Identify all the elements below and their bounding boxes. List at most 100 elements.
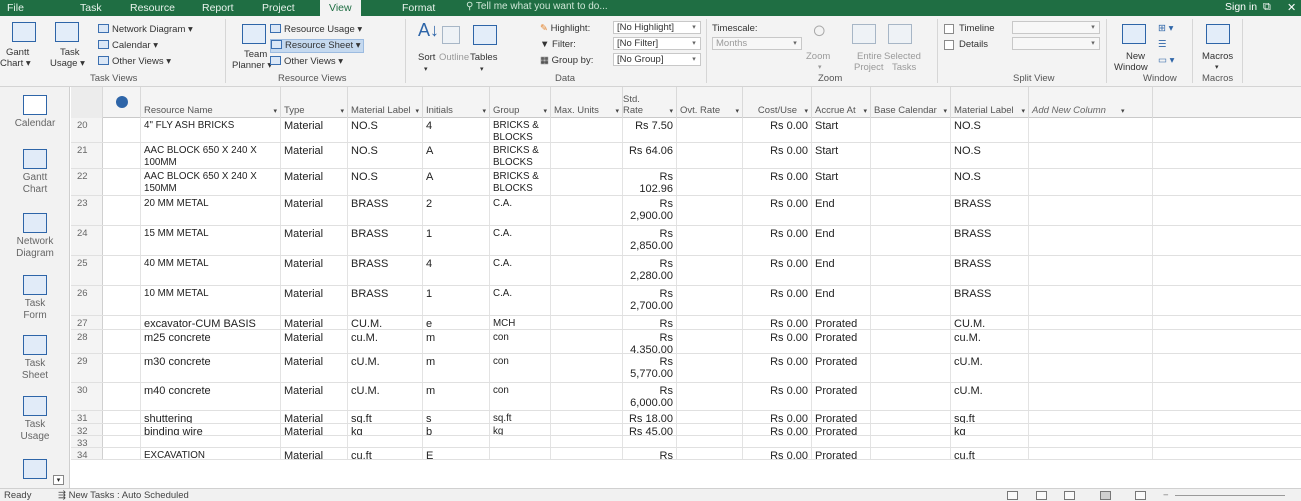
resource-sheet-view-icon[interactable] <box>1100 491 1111 500</box>
group-cell[interactable]: con <box>490 354 551 382</box>
initials-cell[interactable] <box>423 436 490 447</box>
std-rate-cell[interactable]: Rs 2,850.00 <box>623 226 677 255</box>
selected-tasks-button-line2[interactable]: Tasks <box>892 62 916 73</box>
new-column-cell[interactable] <box>1029 448 1153 459</box>
chevron-down-icon[interactable]: ▾ <box>735 107 739 115</box>
std-rate-cell[interactable]: Rs 7.50 <box>623 118 677 142</box>
indicator-cell[interactable] <box>103 196 141 225</box>
cost-per-use-cell[interactable]: Rs 0.00 <box>743 354 812 382</box>
viewbar-item-task-usage[interactable]: Task Usage <box>0 396 69 443</box>
ovt-rate-cell[interactable] <box>677 383 743 410</box>
row-number[interactable]: 29 <box>71 354 103 382</box>
accrue-at-cell[interactable] <box>812 436 871 447</box>
group-cell[interactable]: BRICKS & BLOCKS <box>490 169 551 195</box>
group-cell[interactable]: con <box>490 330 551 353</box>
new-window-button-line2[interactable]: Window <box>1114 62 1148 73</box>
hide-window-icon[interactable]: ▭ ▾ <box>1158 55 1174 66</box>
table-row[interactable]: 26 10 MM METAL Material BRASS 1 C.A. Rs 2,700.… <box>71 286 1301 316</box>
type-cell[interactable]: Material <box>281 354 348 382</box>
max-units-cell[interactable] <box>551 226 623 255</box>
accrue-at-cell[interactable]: End <box>812 196 871 225</box>
tab-file[interactable]: File <box>7 1 24 15</box>
accrue-at-cell[interactable]: Prorated <box>812 354 871 382</box>
chevron-down-icon[interactable]: ▾ <box>480 64 484 75</box>
column-header-base-calendar[interactable]: Base Calendar ▾ <box>871 87 951 118</box>
column-header-initials[interactable]: Initials ▾ <box>423 87 490 118</box>
new-tasks-mode[interactable]: ⇶ New Tasks : Auto Scheduled <box>58 490 189 501</box>
std-rate-cell[interactable]: Rs 64.06 <box>623 143 677 168</box>
column-header-ovt-rate[interactable]: Ovt. Rate ▾ <box>677 87 743 118</box>
new-column-cell[interactable] <box>1029 118 1153 142</box>
new-window-icon[interactable] <box>1122 24 1146 44</box>
group-cell[interactable]: sq.ft <box>490 411 551 423</box>
ovt-rate-cell[interactable] <box>677 330 743 353</box>
resource-usage-button[interactable]: Resource Usage ▾ <box>270 24 362 36</box>
new-window-button[interactable]: New <box>1126 51 1145 62</box>
base-calendar-cell[interactable] <box>871 383 951 410</box>
gantt-chart-button-line2[interactable]: Chart ▾ <box>0 58 31 69</box>
max-units-cell[interactable] <box>551 256 623 285</box>
resource-name-cell[interactable]: AAC BLOCK 650 X 240 X 150MM <box>141 169 281 195</box>
chevron-down-icon[interactable]: ▾ <box>863 107 867 115</box>
tab-report[interactable]: Report <box>202 1 234 15</box>
cost-per-use-cell[interactable]: Rs 0.00 <box>743 286 812 315</box>
max-units-cell[interactable] <box>551 196 623 225</box>
group-cell[interactable]: C.A. <box>490 286 551 315</box>
ovt-rate-cell[interactable] <box>677 226 743 255</box>
chevron-down-icon[interactable]: ▾ <box>482 107 486 115</box>
macros-button[interactable]: Macros <box>1202 51 1233 62</box>
zoom-out-icon[interactable]: − <box>1163 490 1169 501</box>
new-column-cell[interactable] <box>1029 226 1153 255</box>
sort-icon[interactable]: A↓ <box>418 20 439 40</box>
close-icon[interactable]: ✕ <box>1287 1 1296 14</box>
indicator-cell[interactable] <box>103 448 141 459</box>
indicator-cell[interactable] <box>103 226 141 255</box>
initials-cell[interactable]: e <box>423 316 490 329</box>
base-calendar-cell[interactable] <box>871 118 951 142</box>
resource-name-cell[interactable]: shuttering <box>141 411 281 423</box>
group-cell[interactable]: MCH <box>490 316 551 329</box>
cost-per-use-cell[interactable]: Rs 0.00 <box>743 143 812 168</box>
material-label-2-cell[interactable]: BRASS <box>951 286 1029 315</box>
accrue-at-cell[interactable]: Prorated <box>812 316 871 329</box>
accrue-at-cell[interactable]: Start <box>812 118 871 142</box>
task-usage-button-line2[interactable]: Usage ▾ <box>50 58 85 69</box>
ovt-rate-cell[interactable] <box>677 448 743 459</box>
task-usage-icon[interactable] <box>55 22 79 42</box>
base-calendar-cell[interactable] <box>871 424 951 435</box>
max-units-cell[interactable] <box>551 118 623 142</box>
std-rate-cell[interactable]: Rs 18.00 <box>623 411 677 423</box>
material-label-cell[interactable]: NO.S <box>348 143 423 168</box>
std-rate-cell[interactable]: Rs 4,350.00 <box>623 330 677 353</box>
indicator-cell[interactable] <box>103 436 141 447</box>
base-calendar-cell[interactable] <box>871 169 951 195</box>
details-dropdown[interactable]: ▾ <box>1012 37 1100 50</box>
material-label-cell[interactable]: BRASS <box>348 286 423 315</box>
std-rate-cell[interactable] <box>623 436 677 447</box>
column-header-material-label-2[interactable]: Material Label ▾ <box>951 87 1029 118</box>
column-header-add-new-column[interactable]: Add New Column ▾ <box>1029 87 1153 118</box>
resource-name-cell[interactable]: excavator-CUM BASIS <box>141 316 281 329</box>
base-calendar-cell[interactable] <box>871 316 951 329</box>
gantt-chart-icon[interactable] <box>12 22 36 42</box>
initials-cell[interactable]: s <box>423 411 490 423</box>
resource-sheet-button[interactable]: Resource Sheet ▾ <box>270 39 364 53</box>
cost-per-use-cell[interactable]: Rs 0.00 <box>743 118 812 142</box>
highlight-dropdown[interactable]: [No Highlight] ▾ <box>613 21 701 34</box>
std-rate-cell[interactable]: Rs 330.00 <box>623 448 677 459</box>
chevron-down-icon[interactable]: ▾ <box>340 107 344 115</box>
column-header-group[interactable]: Group ▾ <box>490 87 551 118</box>
type-cell[interactable]: Material <box>281 424 348 435</box>
timeline-checkbox[interactable] <box>944 24 954 34</box>
row-number[interactable]: 32 <box>71 424 103 435</box>
material-label-2-cell[interactable]: BRASS <box>951 226 1029 255</box>
ovt-rate-cell[interactable] <box>677 354 743 382</box>
type-cell[interactable]: Material <box>281 196 348 225</box>
new-column-cell[interactable] <box>1029 383 1153 410</box>
std-rate-cell[interactable]: Rs 320.00 <box>623 316 677 329</box>
chevron-down-icon[interactable]: ▾ <box>1215 62 1219 73</box>
initials-cell[interactable]: E <box>423 448 490 459</box>
material-label-cell[interactable]: BRASS <box>348 226 423 255</box>
cost-per-use-cell[interactable]: Rs 0.00 <box>743 256 812 285</box>
ovt-rate-cell[interactable] <box>677 143 743 168</box>
